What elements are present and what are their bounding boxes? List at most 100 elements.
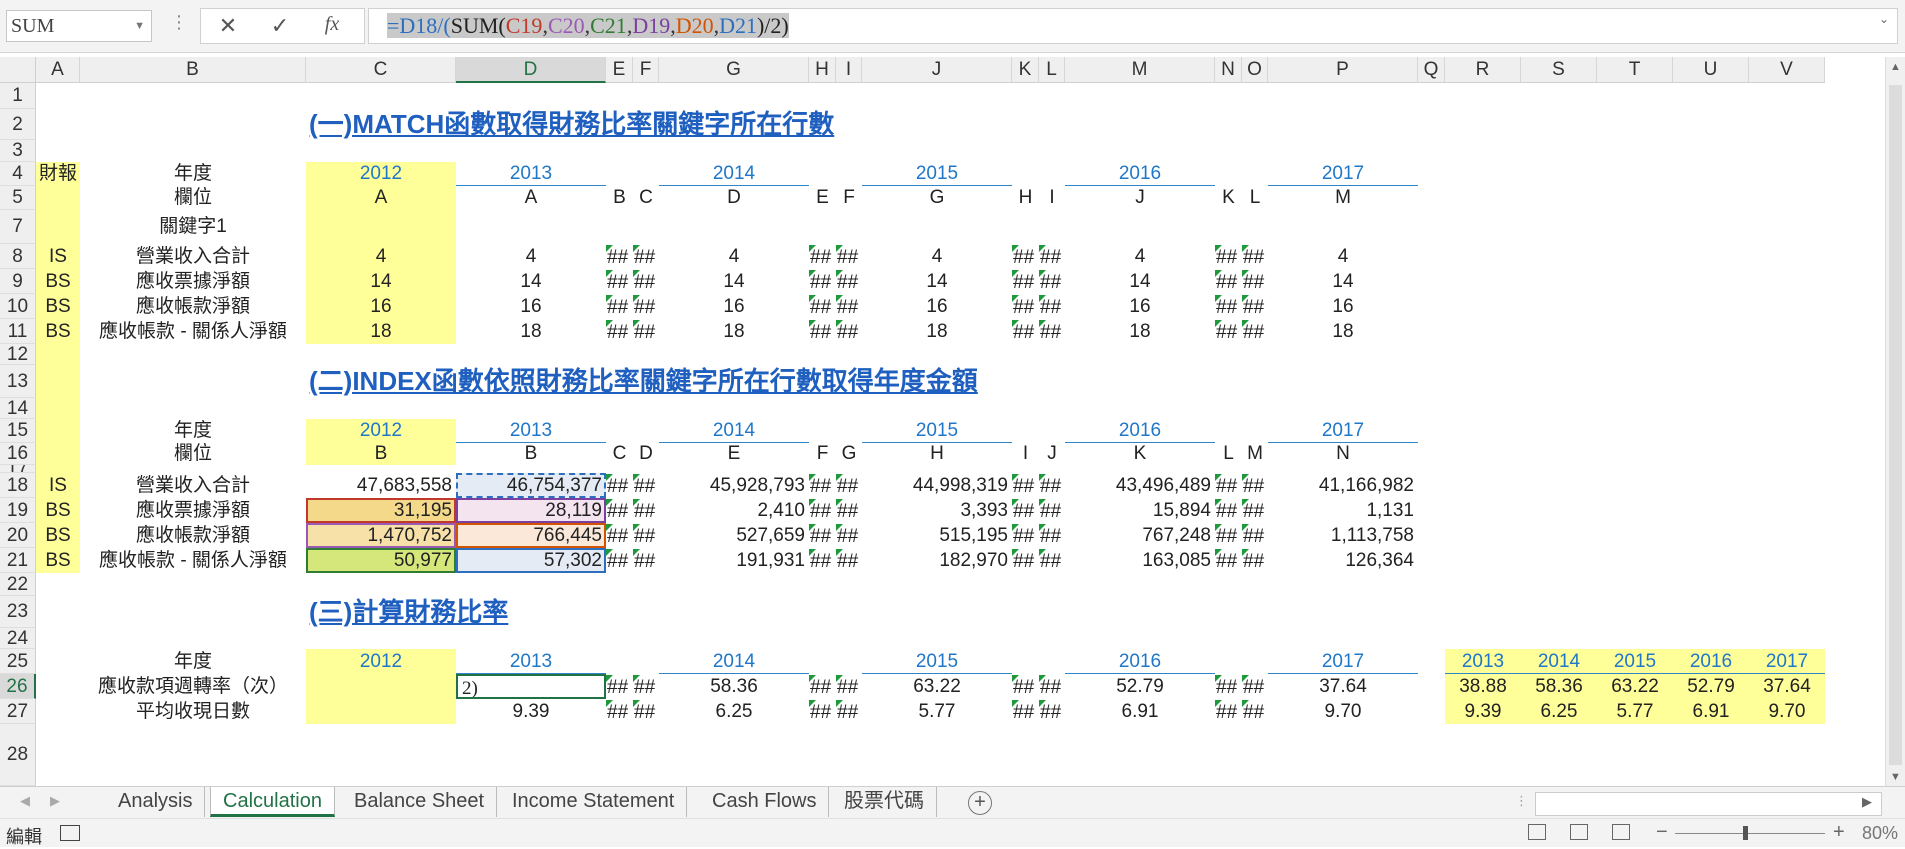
- field-letter[interactable]: M: [1268, 186, 1418, 210]
- column-header-j[interactable]: J: [862, 57, 1012, 83]
- match-value[interactable]: 16: [456, 294, 606, 319]
- match-value[interactable]: 14: [862, 269, 1012, 294]
- section1-hash[interactable]: ##: [810, 245, 837, 270]
- row-header-8[interactable]: 8: [0, 244, 36, 269]
- section3-hash[interactable]: ##: [837, 700, 863, 725]
- item-name[interactable]: 應收帳款 - 關係人淨額: [80, 319, 306, 344]
- select-all-corner[interactable]: [0, 57, 36, 83]
- section2-hash[interactable]: ##: [607, 499, 634, 524]
- row-header-10[interactable]: 10: [0, 294, 36, 319]
- page-break-icon[interactable]: [1612, 824, 1630, 840]
- amount-value[interactable]: 1,131: [1268, 498, 1418, 523]
- field-letter[interactable]: J: [1065, 186, 1215, 210]
- section3-hash[interactable]: ##: [1243, 675, 1269, 700]
- item-name[interactable]: 應收帳款 - 關係人淨額: [80, 548, 306, 573]
- match-value[interactable]: 18: [456, 319, 606, 344]
- section1-hash[interactable]: ##: [634, 245, 660, 270]
- gap-field-letter[interactable]: I: [1012, 443, 1039, 465]
- tab-split-icon[interactable]: ⋮: [1515, 793, 1528, 809]
- formula-input[interactable]: =D18/(SUM(C19,C20,C21,D19,D20,D21)/2): [368, 8, 1898, 44]
- row-header-9[interactable]: 9: [0, 269, 36, 294]
- amount-value[interactable]: 527,659: [659, 523, 809, 548]
- column-header-m[interactable]: M: [1065, 57, 1215, 83]
- item-name[interactable]: 營業收入合計: [80, 473, 306, 498]
- report-type[interactable]: IS: [36, 473, 80, 498]
- match-value[interactable]: 14: [1065, 269, 1215, 294]
- row-header-4[interactable]: 4: [0, 162, 36, 186]
- row-header-7[interactable]: 7: [0, 210, 36, 244]
- section1-hash[interactable]: ##: [1040, 245, 1066, 270]
- section3-hash[interactable]: ##: [1013, 700, 1040, 725]
- match-value[interactable]: 14: [456, 269, 606, 294]
- cancel-icon[interactable]: ✕: [213, 13, 243, 39]
- section3-hash[interactable]: ##: [634, 700, 660, 725]
- gap-field-letter[interactable]: C: [633, 186, 659, 210]
- section1-hash[interactable]: ##: [1216, 245, 1243, 270]
- column-header-d[interactable]: D: [456, 57, 606, 83]
- section1-hash[interactable]: ##: [1243, 270, 1269, 295]
- match-value[interactable]: 4: [659, 244, 809, 269]
- keyword-label[interactable]: 關鍵字1: [80, 210, 306, 244]
- sheet-tab[interactable]: 股票代碼: [832, 787, 937, 817]
- section1-hash[interactable]: ##: [837, 270, 863, 295]
- column-header-e[interactable]: E: [606, 57, 633, 83]
- section1-hash[interactable]: ##: [837, 245, 863, 270]
- gap-field-letter[interactable]: G: [836, 443, 862, 465]
- vertical-scrollbar[interactable]: ▲ ▼: [1885, 57, 1905, 792]
- amount-value[interactable]: 45,928,793: [659, 473, 809, 498]
- field-letter[interactable]: A: [306, 186, 456, 210]
- item-name[interactable]: 應收帳款淨額: [80, 294, 306, 319]
- report-type[interactable]: IS: [36, 244, 80, 269]
- section2-hash[interactable]: ##: [1040, 499, 1066, 524]
- section1-hash[interactable]: ##: [837, 320, 863, 345]
- match-value[interactable]: 16: [1065, 294, 1215, 319]
- section2-hash[interactable]: ##: [810, 549, 837, 574]
- section2-hash[interactable]: ##: [1216, 549, 1243, 574]
- report-type-label[interactable]: 財報: [36, 162, 80, 186]
- section2-hash[interactable]: ##: [1013, 524, 1040, 549]
- column-header-v[interactable]: V: [1749, 57, 1825, 83]
- section2-hash[interactable]: ##: [810, 524, 837, 549]
- summary-days[interactable]: 6.25: [1521, 699, 1597, 724]
- row-header-16[interactable]: 16: [0, 443, 36, 465]
- section2-hash[interactable]: ##: [1216, 524, 1243, 549]
- section2-hash[interactable]: ##: [1243, 499, 1269, 524]
- section2-hash[interactable]: ##: [1216, 499, 1243, 524]
- zoom-slider[interactable]: [1675, 833, 1825, 834]
- scroll-thumb[interactable]: [1889, 85, 1902, 765]
- year-header[interactable]: 2014: [659, 162, 809, 186]
- amount-value[interactable]: 126,364: [1268, 548, 1418, 573]
- row-header-21[interactable]: 21: [0, 548, 36, 573]
- sheet-tab[interactable]: Analysis: [106, 787, 206, 817]
- row-header-11[interactable]: 11: [0, 319, 36, 344]
- match-value[interactable]: 18: [659, 319, 809, 344]
- section3-hash[interactable]: ##: [1040, 700, 1066, 725]
- field-letter[interactable]: A: [456, 186, 606, 210]
- report-type[interactable]: BS: [36, 498, 80, 523]
- summary-turnover[interactable]: 58.36: [1521, 674, 1597, 699]
- turnover-label[interactable]: 應收款項週轉率（次）: [80, 674, 306, 699]
- section1-hash[interactable]: ##: [607, 245, 634, 270]
- field-letter[interactable]: G: [862, 186, 1012, 210]
- section3-hash[interactable]: ##: [607, 675, 634, 700]
- section2-hash[interactable]: ##: [607, 474, 634, 499]
- section1-hash[interactable]: ##: [1040, 320, 1066, 345]
- column-header-r[interactable]: R: [1445, 57, 1521, 83]
- collection-days-value[interactable]: 6.91: [1065, 699, 1215, 724]
- next-sheet-icon[interactable]: ▶: [50, 793, 60, 809]
- column-header-c[interactable]: C: [306, 57, 456, 83]
- year-header[interactable]: 2012: [306, 162, 456, 186]
- section3-hash[interactable]: ##: [810, 700, 837, 725]
- collection-days-value[interactable]: 5.77: [862, 699, 1012, 724]
- year-label[interactable]: 年度: [80, 649, 306, 674]
- summary-year[interactable]: 2016: [1673, 649, 1749, 674]
- match-value[interactable]: 16: [659, 294, 809, 319]
- sheet-tab[interactable]: Income Statement: [500, 787, 688, 817]
- summary-turnover[interactable]: 37.64: [1749, 674, 1825, 699]
- collection-days-value[interactable]: 9.39: [456, 699, 606, 724]
- report-type[interactable]: BS: [36, 269, 80, 294]
- row-header-15[interactable]: 15: [0, 419, 36, 443]
- section1-hash[interactable]: ##: [1013, 295, 1040, 320]
- amount-value[interactable]: 3,393: [862, 498, 1012, 523]
- gap-field-letter[interactable]: B: [606, 186, 633, 210]
